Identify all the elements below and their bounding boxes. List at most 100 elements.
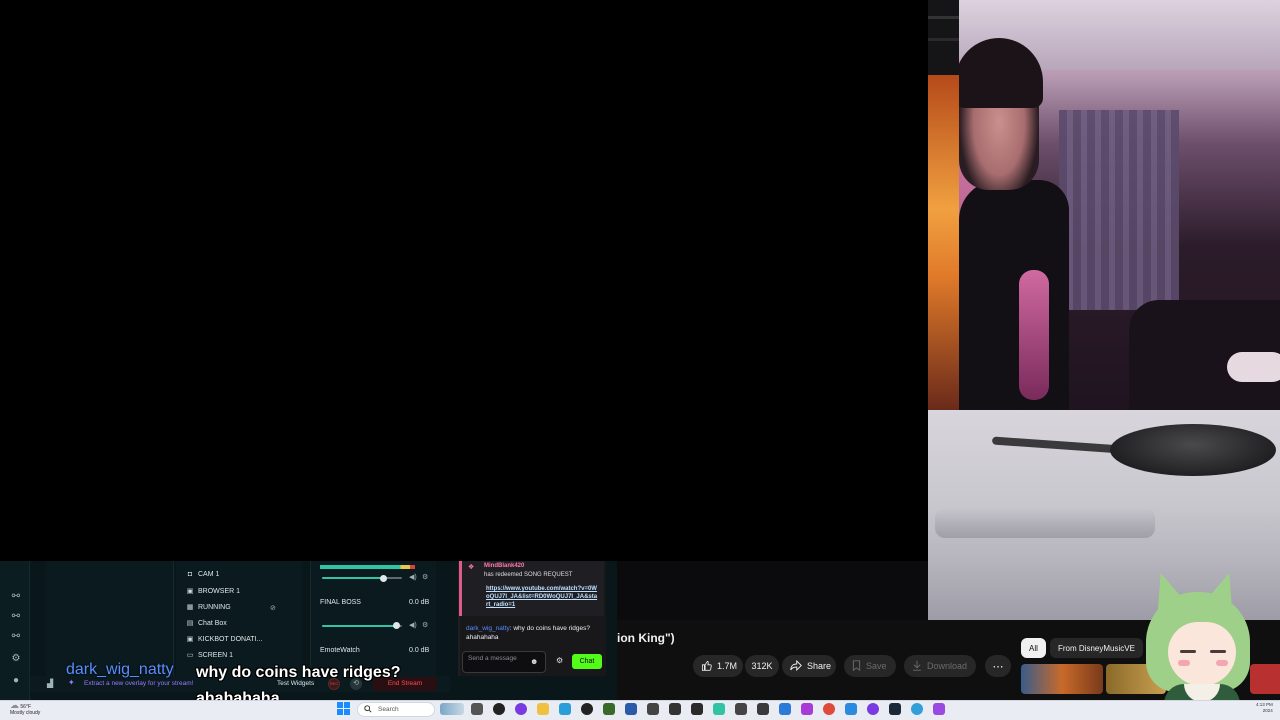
save-label: Save (866, 661, 887, 671)
taskbar-app-icon[interactable] (933, 703, 945, 715)
like-count: 1.7M (717, 661, 738, 671)
scenes-panel (46, 561, 174, 676)
taskbar-app-icon[interactable] (515, 703, 527, 715)
more-actions-button[interactable]: ⋯ (985, 655, 1011, 677)
source-label: SCREEN 1 (198, 651, 234, 659)
share-button[interactable]: Share (782, 655, 836, 677)
volume-knob[interactable] (380, 575, 387, 582)
chip-all[interactable]: All (1021, 638, 1046, 658)
taskbar-app-icon[interactable] (647, 703, 659, 715)
video-title: ion King") (617, 631, 675, 645)
redeem-username: MindBlank420 (484, 563, 525, 569)
taskbar-app-icon[interactable] (823, 703, 835, 715)
source-label: KICKBOT DONATI... (198, 635, 263, 643)
dock-sidebar: ⚯ ⚯ ⚯ ⚙ ● (0, 561, 30, 700)
weather-desc: Mostly cloudy (10, 710, 41, 716)
taskbar-app-icon[interactable] (801, 703, 813, 715)
taskbar-app-icon[interactable] (559, 703, 571, 715)
taskbar-app-icon[interactable] (669, 703, 681, 715)
chat-username[interactable]: dark_wig_natty (466, 625, 510, 632)
gear-icon[interactable]: ⚙ (422, 621, 428, 629)
dislike-count: 312K (751, 661, 773, 671)
frying-pan (1110, 424, 1276, 476)
source-item[interactable]: ▦ RUNNING (186, 603, 231, 612)
emote-icon[interactable]: ☻ (530, 657, 538, 666)
download-label: Download (927, 661, 968, 671)
chat-message: dark_wig_natty: why do coins have ridges… (466, 624, 600, 642)
related-video-thumbnail[interactable] (1021, 664, 1103, 694)
source-item[interactable]: ▣ KICKBOT DONATI... (186, 635, 263, 644)
taskbar-app-icon[interactable] (581, 703, 593, 715)
video-silhouettes (935, 508, 1155, 538)
taskbar-app-icon[interactable] (911, 703, 923, 715)
performance-icon[interactable]: ▟ (47, 679, 53, 688)
visibility-icon[interactable]: ⊘ (270, 604, 276, 612)
audio-meter (320, 565, 415, 569)
search-icon (364, 704, 372, 715)
mixer-channel-name: EmoteWatch (320, 647, 360, 654)
download-button[interactable]: Download (904, 655, 976, 677)
weather-widget[interactable]: ☁ 56°F Mostly cloudy (10, 700, 41, 717)
source-item[interactable]: ▣ BROWSER 1 (186, 587, 240, 596)
source-item[interactable]: ◘ CAM 1 (186, 571, 220, 578)
chat-send-button[interactable]: Chat (572, 654, 602, 669)
taskbar-app-icon[interactable] (845, 703, 857, 715)
taskbar-app-icon[interactable] (493, 703, 505, 715)
download-icon (912, 660, 922, 673)
user-icon[interactable]: ● (10, 675, 22, 687)
volume-fill (322, 625, 396, 627)
steam-icon[interactable] (889, 703, 901, 715)
chat-icon: ▤ (186, 620, 194, 627)
settings-icon[interactable]: ⚙ (10, 653, 22, 665)
mixer-channel-db: 0.0 dB (409, 599, 430, 606)
volume-fill (322, 577, 384, 579)
share-label: Share (807, 661, 832, 671)
taskbar-app-icon[interactable] (735, 703, 747, 715)
taskbar-app-icon[interactable] (757, 703, 769, 715)
cloud-icon: ☁ (10, 700, 19, 710)
caption-username: dark_wig_natty (66, 661, 174, 678)
save-button[interactable]: Save (844, 655, 896, 677)
redeem-link[interactable]: https://www.youtube.com/watch?v=0WoQUJ7I… (486, 585, 598, 609)
taskbar-app-icon[interactable] (471, 703, 483, 715)
stream-capture-area (0, 0, 928, 561)
chip-from-channel[interactable]: From DisneyMusicVE (1050, 638, 1143, 658)
speaker-icon[interactable]: ◀) (409, 621, 417, 629)
chat-settings-icon[interactable]: ⚙ (556, 656, 563, 665)
taskbar-app-icon[interactable] (867, 703, 879, 715)
taskbar-search[interactable]: Search (357, 702, 435, 717)
taskbar-app-icon[interactable] (603, 703, 615, 715)
source-label: RUNNING (198, 603, 231, 611)
link-icon[interactable]: ⚯ (10, 591, 22, 603)
streamlabs-taskbar-icon[interactable] (713, 703, 725, 715)
source-label: CAM 1 (198, 571, 220, 578)
bookmark-icon (852, 659, 861, 673)
share-icon (790, 659, 802, 673)
dislike-button[interactable]: 312K (745, 655, 779, 677)
source-item[interactable]: ▭ SCREEN 1 (186, 651, 234, 660)
gear-icon[interactable]: ⚙ (422, 573, 428, 581)
window-strip (928, 0, 959, 75)
volume-knob[interactable] (393, 622, 400, 629)
taskbar-app-icon[interactable] (440, 703, 464, 715)
system-clock[interactable]: 4:13 PM 2024 (1256, 702, 1273, 714)
windows-taskbar (0, 700, 1280, 720)
lamp-glow (928, 75, 959, 410)
browser-icon: ▣ (186, 588, 194, 595)
mixer-channel-name: FINAL BOSS (320, 599, 361, 606)
link-icon[interactable]: ⚯ (10, 611, 22, 623)
display-icon: ▭ (186, 652, 194, 659)
link-icon[interactable]: ⚯ (10, 631, 22, 643)
overlay-promo-link[interactable]: Extract a new overlay for your stream! (84, 680, 193, 687)
source-item[interactable]: ▤ Chat Box (186, 619, 227, 628)
mixer-channel-db: 0.0 dB (409, 647, 430, 654)
sparkle-icon: ✦ (68, 678, 75, 687)
taskbar-app-icon[interactable] (691, 703, 703, 715)
speaker-icon[interactable]: ◀) (409, 573, 417, 581)
camera-icon: ◘ (187, 571, 193, 578)
taskbar-app-icon[interactable] (625, 703, 637, 715)
like-button[interactable]: 1.7M (693, 655, 743, 677)
windows-start-button[interactable] (337, 702, 351, 716)
folder-icon[interactable] (537, 703, 549, 715)
taskbar-app-icon[interactable] (779, 703, 791, 715)
